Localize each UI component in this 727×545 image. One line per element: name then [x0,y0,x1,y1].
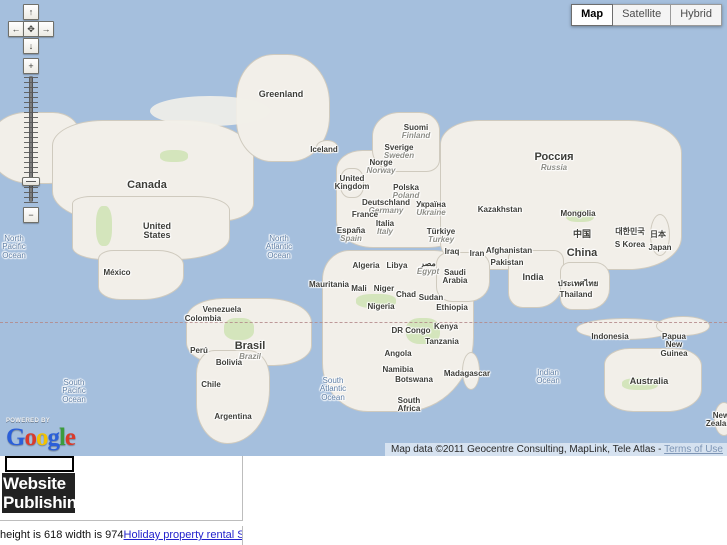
map-type-button-map[interactable]: Map [571,4,614,26]
vegetation-patch [160,150,188,162]
vegetation-patch [622,378,658,390]
map-page: Greenland Iceland Canada United States México… [0,0,727,545]
zoom-slider-tick [24,122,38,123]
zoom-slider-handle[interactable] [22,177,40,186]
pan-right-icon[interactable]: → [38,21,54,37]
map-label-native: South Pacific Ocean [62,378,86,404]
zoom-slider-tick [24,167,38,168]
zoom-slider-tick [24,97,38,98]
zoom-out-button[interactable]: − [23,207,39,223]
vegetation-patch [566,210,594,222]
pan-down-icon[interactable]: ↓ [23,38,39,54]
zoom-slider-tick [24,202,38,203]
map-canvas[interactable]: Greenland Iceland Canada United States México… [0,0,727,456]
zoom-slider-tick [24,112,38,113]
landmass-arctic-islands [150,96,270,126]
zoom-slider-tick [24,172,38,173]
empty-white-box[interactable] [5,456,74,472]
landmass-iceland [316,140,338,154]
zoom-slider-tick [24,137,38,138]
terms-of-use-link[interactable]: Terms of Use [664,444,723,455]
map-label: Indian Ocean [536,368,560,386]
landmass-sea [560,262,610,310]
google-wordmark: Google [6,424,76,451]
landmass-asia [440,120,682,270]
google-letter-e: e [64,424,76,451]
holiday-rental-link[interactable]: Holiday property rental St Ives [124,529,242,541]
equator-line [0,322,727,323]
google-letter-g1: G [6,424,25,451]
landmass-mexico [98,250,184,300]
map-attribution: Map data ©2011 Geocentre Consulting, Map… [385,443,727,456]
google-letter-g2: g [47,424,59,451]
landmass-new-zealand [714,402,727,436]
attribution-text: Map data ©2011 Geocentre Consulting, Map… [391,444,665,455]
zoom-slider-tick [24,132,38,133]
zoom-slider-tick [24,77,38,78]
zoom-in-button[interactable]: + [23,58,39,74]
bottom-panel: Website Publishing height is 618 width i… [0,456,727,545]
vegetation-patch [96,206,112,246]
zoom-slider-tick [24,197,38,198]
map-label-native: Indian Ocean [536,368,560,386]
status-text: height is 618 width is 974 [0,529,124,541]
zoom-slider-tick [24,127,38,128]
badge-line-1: Website [3,474,66,493]
zoom-slider-tick [24,102,38,103]
vegetation-patch [356,294,396,308]
landmass-india [508,250,564,308]
map-label-native: North Atlantic Ocean [265,234,293,260]
zoom-slider-tick [24,152,38,153]
zoom-slider-tick [24,157,38,158]
map-type-button-satellite[interactable]: Satellite [613,4,672,26]
pan-left-icon[interactable]: ← [8,21,24,37]
landmass-japan [650,214,670,256]
zoom-slider-tick [24,87,38,88]
zoom-slider-tick [24,187,38,188]
pan-up-icon[interactable]: ↑ [23,4,39,20]
landmass-png [656,316,710,336]
zoom-slider-tick [24,117,38,118]
map-label-native: North Pacific Ocean [2,234,26,260]
zoom-slider-tick [24,107,38,108]
zoom-slider-tick [24,192,38,193]
landmass-uk [340,168,364,198]
landmass-arabia [436,252,490,302]
zoom-slider-tick [24,92,38,93]
zoom-slider-tick [24,82,38,83]
google-logo[interactable]: POWERED BY Google [6,418,76,451]
zoom-slider-tick [24,147,38,148]
map-type-button-hybrid[interactable]: Hybrid [671,4,722,26]
landmass-scandinavia [372,112,440,172]
google-letter-o1: o [24,424,36,451]
landmass-south-america-south [196,350,270,444]
zoom-slider-tick [24,142,38,143]
pan-center-icon[interactable]: ✥ [23,21,39,37]
google-letter-o2: o [35,424,48,451]
landmass-madagascar [462,352,480,390]
map-label: North Atlantic Ocean [265,234,293,260]
status-bar: height is 618 width is 974Holiday proper… [0,526,243,545]
zoom-slider-tick [24,162,38,163]
map-label: North Pacific Ocean [2,234,26,260]
map-type-control[interactable]: Map Satellite Hybrid [571,4,722,26]
badge-line-2: Publishing [3,493,87,512]
map-label: South Pacific Ocean [62,378,86,404]
website-publishing-badge[interactable]: Website Publishing [2,473,87,513]
